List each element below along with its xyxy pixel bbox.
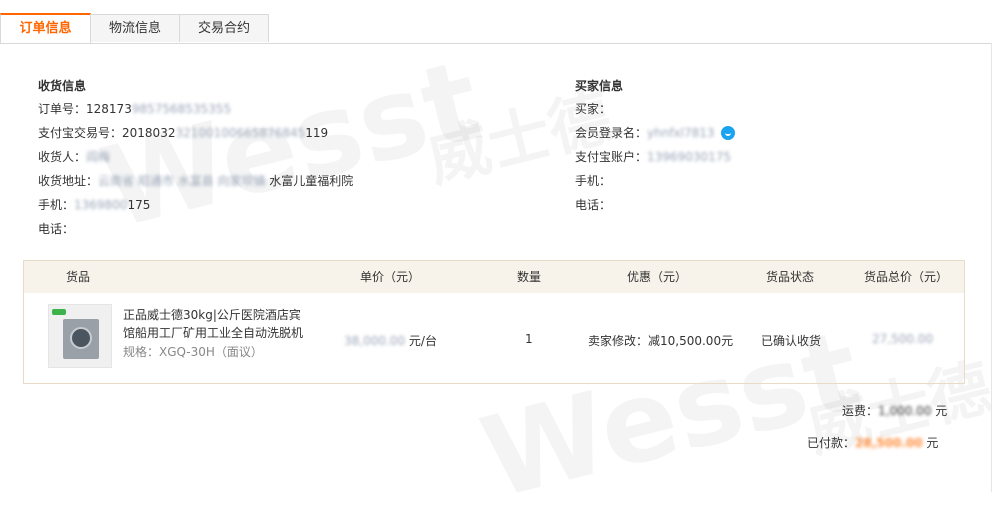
washer-door-icon (70, 327, 92, 349)
buyer-member-login: 会员登录名：yhnfxl7813 (575, 124, 735, 141)
amount-paid: 已付款：28,500.00 元 (807, 436, 939, 450)
product-title-link[interactable]: 正品威士德30kg|公斤医院酒店宾 馆船用工厂矿用工业全自动洗脱机 (123, 306, 303, 342)
header-quantity: 数量 (517, 270, 542, 284)
tab-bar: 订单信息 物流信息 交易合约 (0, 0, 992, 44)
buyer-section-title: 买家信息 (575, 79, 624, 93)
discount-value: 卖家修改：减10,500.00元 (588, 334, 734, 348)
unit-price: 38,000.00 元/台 (344, 334, 437, 348)
receiver-mobile: 手机：1369800175 (38, 198, 151, 212)
header-discount: 优惠（元） (627, 270, 688, 284)
product-thumbnail[interactable] (48, 304, 112, 368)
buyer-mobile: 手机： (575, 174, 612, 188)
receiver-telephone: 电话： (38, 222, 75, 236)
receiver-name: 收货人：阎梅 (38, 150, 111, 164)
receiver-section-title: 收货信息 (38, 79, 87, 93)
order-number: 订单号：1281739857568535355 (38, 102, 232, 116)
header-goods-status: 货品状态 (766, 270, 815, 284)
brand-logo-icon (52, 309, 66, 315)
header-unit-price: 单价（元） (360, 270, 421, 284)
table-header: 货品 单价（元） 数量 优惠（元） 货品状态 货品总价（元） (24, 261, 964, 293)
buyer-telephone: 电话： (575, 198, 612, 212)
quantity: 1 (525, 332, 533, 346)
receiver-address: 收货地址：云南省 昭通市 水富县 向家坝镇 水富儿童福利院 (38, 174, 354, 188)
buyer-alipay-account: 支付宝账户：13969030175 (575, 150, 731, 164)
shipping-fee: 运费：1,000.00 元 (842, 404, 948, 418)
total-price: 27,500.00 (872, 332, 934, 346)
tab-logistics-info[interactable]: 物流信息 (90, 14, 180, 42)
goods-status: 已确认收货 (761, 334, 822, 348)
wangwang-chat-icon[interactable] (720, 125, 735, 140)
order-goods-table: 货品 单价（元） 数量 优惠（元） 货品状态 货品总价（元） 正品威士德30kg… (23, 260, 965, 384)
product-spec: 规格：XGQ-30H（面议） (123, 345, 263, 359)
tab-order-info[interactable]: 订单信息 (0, 13, 91, 43)
buyer-name: 买家： (575, 102, 612, 116)
header-goods: 货品 (66, 270, 91, 284)
tab-trade-contract[interactable]: 交易合约 (179, 14, 269, 42)
alipay-trade-number: 支付宝交易号：201803232100100665876845119 (38, 126, 329, 140)
header-total-price: 货品总价（元） (864, 270, 949, 284)
